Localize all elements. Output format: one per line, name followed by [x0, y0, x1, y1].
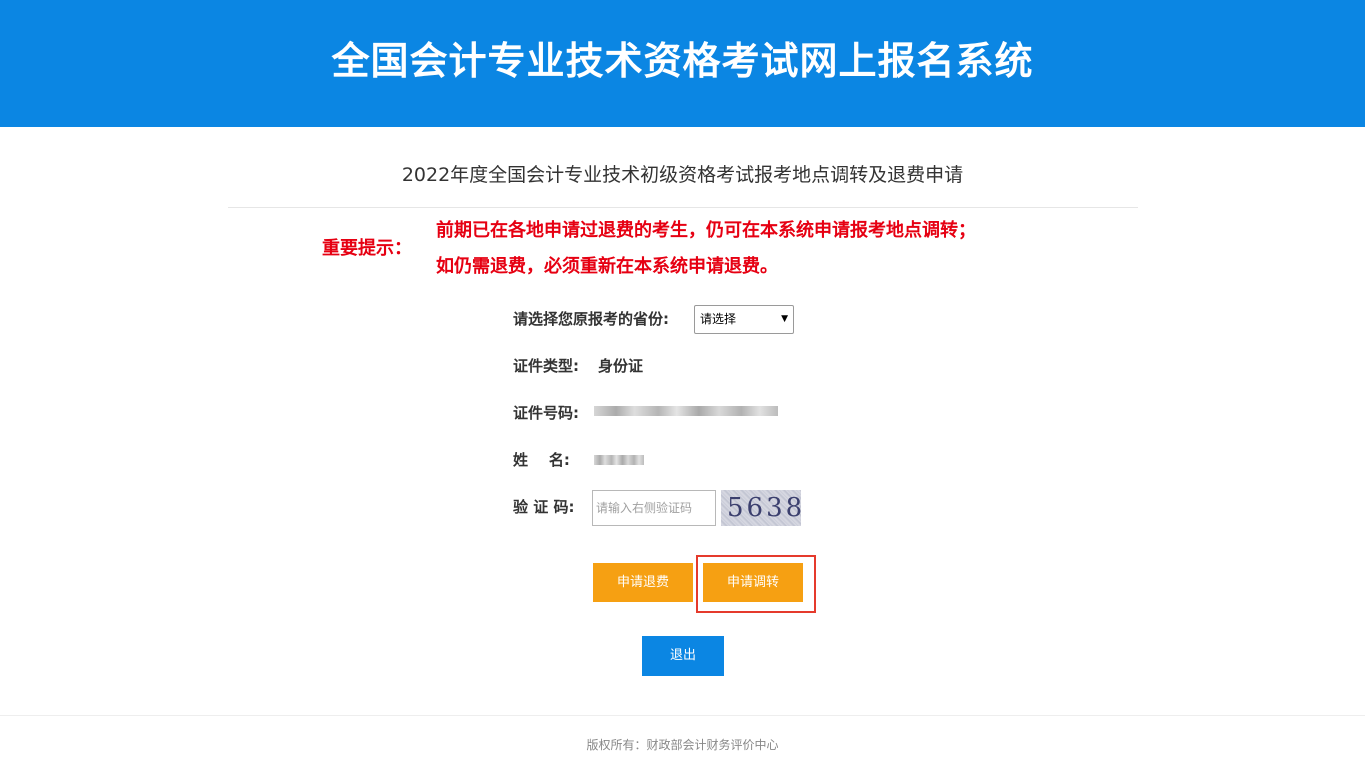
footer-copyright: 版权所有：财政部会计财务评价中心 — [586, 738, 779, 752]
notice-label: 重要提示： — [322, 238, 412, 259]
captcha-label: 验 证 码: — [513, 498, 575, 516]
apply-refund-button[interactable]: 申请退费 — [593, 563, 693, 602]
captcha-image[interactable]: 5638 — [721, 490, 801, 526]
header-title: 全国会计专业技术资格考试网上报名系统 — [331, 39, 1034, 83]
footer-divider — [0, 715, 1365, 716]
dropdown-arrow-icon: ▼ — [781, 314, 788, 324]
apply-transfer-button[interactable]: 申请调转 — [703, 563, 803, 602]
province-label: 请选择您原报考的省份: — [513, 310, 669, 328]
name-redacted — [594, 455, 644, 465]
name-label: 姓 名: — [513, 451, 570, 469]
id-type-value: 身份证 — [598, 357, 644, 375]
captcha-input[interactable] — [592, 490, 716, 526]
province-select[interactable]: 请选择 ▼ — [694, 305, 794, 334]
exit-button[interactable]: 退出 — [642, 636, 724, 676]
header-bar: 全国会计专业技术资格考试网上报名系统 — [0, 0, 1365, 127]
page-subtitle: 2022年度全国会计专业技术初级资格考试报考地点调转及退费申请 — [401, 164, 964, 186]
notice-line-2: 如仍需退费，必须重新在本系统申请退费。 — [436, 256, 778, 277]
province-selected-value: 请选择 — [700, 312, 737, 326]
id-number-redacted — [594, 406, 778, 416]
id-type-label: 证件类型: — [513, 357, 579, 375]
notice-line-1: 前期已在各地申请过退费的考生，仍可在本系统申请报考地点调转； — [436, 220, 976, 241]
id-number-label: 证件号码: — [513, 404, 579, 422]
captcha-code: 5638 — [727, 493, 801, 523]
divider — [228, 207, 1138, 208]
